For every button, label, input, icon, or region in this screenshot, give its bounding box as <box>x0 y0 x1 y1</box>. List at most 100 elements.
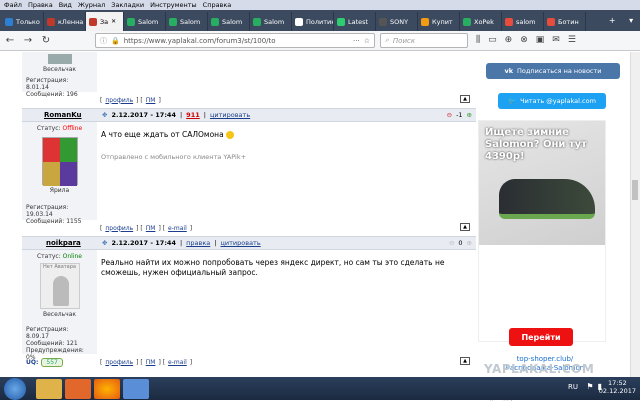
tab-4[interactable]: Salom <box>166 12 208 31</box>
avatar <box>41 137 78 186</box>
tab-favicon-icon <box>253 17 261 26</box>
quote-link[interactable]: цитировать <box>220 239 260 247</box>
edit-link[interactable]: правка <box>186 239 210 247</box>
pm-link[interactable]: ПМ <box>146 225 156 232</box>
scrollbar[interactable] <box>630 52 640 377</box>
ad-go-button[interactable]: Перейти <box>509 328 573 346</box>
user-title: Весельчак <box>42 311 76 318</box>
pm-link[interactable]: ПМ <box>146 97 156 104</box>
scrollbar-thumb[interactable] <box>632 180 638 200</box>
menu-view[interactable]: Вид <box>59 1 72 9</box>
back-icon[interactable]: ← <box>4 35 16 47</box>
menu-history[interactable]: Журнал <box>78 1 105 9</box>
uq-row: UQ: 557 <box>26 358 63 367</box>
tab-11[interactable]: XoPek <box>460 12 502 31</box>
post-anchor-icon[interactable]: ✥ <box>102 239 107 247</box>
tab-7[interactable]: Политика <box>292 12 334 31</box>
pm-link[interactable]: ПМ <box>146 359 156 366</box>
menu-tools[interactable]: Инструменты <box>150 1 197 9</box>
tab-2[interactable]: За ✕ <box>86 12 124 31</box>
forward-icon[interactable]: → <box>22 35 34 47</box>
email-link[interactable]: e-mail <box>168 359 187 366</box>
rate-up-icon[interactable]: ⊕ <box>467 239 472 247</box>
tab-label: За <box>100 17 109 26</box>
tab-9[interactable]: SONY <box>376 12 418 31</box>
menu-edit[interactable]: Правка <box>28 1 53 9</box>
scroll-up-button[interactable]: ▲ <box>460 223 470 231</box>
extension-icon-3[interactable]: ▣ <box>536 35 545 45</box>
tab-label: Только <box>16 17 40 26</box>
tab-6[interactable]: Salom <box>250 12 292 31</box>
extension-icon-2[interactable]: ⊗ <box>520 35 528 45</box>
reload-icon[interactable]: ↻ <box>40 35 52 47</box>
menu-bookmarks[interactable]: Закладки <box>111 1 144 9</box>
library-icon[interactable]: ⫼ <box>476 35 480 45</box>
app-icon[interactable] <box>123 378 149 399</box>
menu-help[interactable]: Справка <box>203 1 232 9</box>
message-count: Сообщений: 1155 <box>26 218 82 225</box>
twitter-button[interactable]: 🐦 Читать @yaplakal.com <box>498 93 606 109</box>
profile-link[interactable]: профиль <box>105 97 133 104</box>
tab-favicon-icon <box>337 17 345 26</box>
post-number[interactable]: 911 <box>186 111 200 119</box>
tabs-list-icon[interactable]: ▾ <box>629 16 633 25</box>
tab-12[interactable]: salom <box>502 12 544 31</box>
menu-icon[interactable]: ☰ <box>568 35 576 45</box>
explorer-icon[interactable] <box>36 378 62 399</box>
menu-file[interactable]: Файл <box>4 1 22 9</box>
ad-banner[interactable]: ✕ Ищете зимние Salomon? Они тут 4390р! П… <box>478 120 606 402</box>
scroll-up-button[interactable]: ▲ <box>460 357 470 365</box>
post-links: [ профиль ] [ ПМ ] [ e-mail ] <box>100 224 193 232</box>
tab-13[interactable]: Ботин <box>544 12 586 31</box>
profile-link[interactable]: профиль <box>105 359 133 366</box>
tab-label: salom <box>516 17 536 26</box>
tab-5[interactable]: Salom <box>208 12 250 31</box>
page-gutter <box>0 52 22 377</box>
tab-favicon-icon <box>169 17 177 26</box>
language-indicator[interactable]: RU <box>568 383 578 391</box>
vk-subscribe-label: Подписаться на новости <box>517 67 602 75</box>
tab-8[interactable]: Latest <box>334 12 376 31</box>
start-button[interactable] <box>4 377 26 400</box>
post-author[interactable]: RomanKu <box>44 111 82 119</box>
page-actions-icon[interactable]: ··· <box>353 37 360 45</box>
info-icon[interactable]: ⓘ <box>100 36 107 46</box>
registration: Регистрация: 19.03.14 <box>26 204 69 218</box>
profile-link[interactable]: профиль <box>105 225 133 232</box>
vk-subscribe-button[interactable]: vk Подписаться на новости <box>486 63 620 79</box>
new-tab-icon[interactable]: + <box>609 16 616 25</box>
rate-down-icon[interactable]: ⊖ <box>447 111 452 119</box>
vk-icon: vk <box>504 67 514 75</box>
firefox-icon[interactable] <box>94 378 120 399</box>
post-previous: Весельчак Регистрация: 8.01.14 Сообщений… <box>22 52 476 106</box>
tab-3[interactable]: Salom <box>124 12 166 31</box>
tab-10[interactable]: Купит <box>418 12 460 31</box>
bookmark-star-icon[interactable]: ☆ <box>364 37 370 45</box>
tab-0[interactable]: Только <box>2 12 44 31</box>
sidebar-icon[interactable]: ▭ <box>488 35 497 45</box>
post-author[interactable]: noikpara <box>46 239 81 247</box>
tab-close-icon[interactable]: ✕ <box>111 18 116 25</box>
url-bar[interactable]: ⓘ 🔒 https://www.yaplakal.com/forum3/st/1… <box>95 33 375 48</box>
media-player-icon[interactable] <box>65 378 91 399</box>
post-header: RomanKu ✥ 2.12.2017 - 17:44 | 911 | цити… <box>22 108 476 122</box>
scroll-up-button[interactable]: ▲ <box>460 95 470 103</box>
rate-up-icon[interactable]: ⊕ <box>467 111 472 119</box>
search-placeholder: Поиск <box>392 36 416 45</box>
rate-down-icon[interactable]: ⊖ <box>449 239 454 247</box>
sidebar: vk Подписаться на новости 🐦 Читать @yapl… <box>476 52 630 402</box>
search-input[interactable]: ⌕ Поиск <box>380 33 468 48</box>
tab-1[interactable]: кЛенна <box>44 12 86 31</box>
post-anchor-icon[interactable]: ✥ <box>102 111 107 119</box>
flag-icon[interactable]: ⚑ <box>586 382 593 391</box>
email-link[interactable]: e-mail <box>168 225 187 232</box>
message-count: Сообщений: 196 <box>26 91 78 98</box>
tab-label: XoPek <box>474 17 494 26</box>
extension-icon-1[interactable]: ⊕ <box>505 35 513 45</box>
smile-icon <box>226 131 235 139</box>
quote-link[interactable]: цитировать <box>210 111 250 119</box>
tab-label: Salom <box>180 17 201 26</box>
extension-icon-4[interactable]: ✉ <box>552 35 560 45</box>
clock[interactable]: 17:52 02.12.2017 <box>599 379 636 395</box>
watermark: YAPLAKAL.COM <box>484 362 595 376</box>
